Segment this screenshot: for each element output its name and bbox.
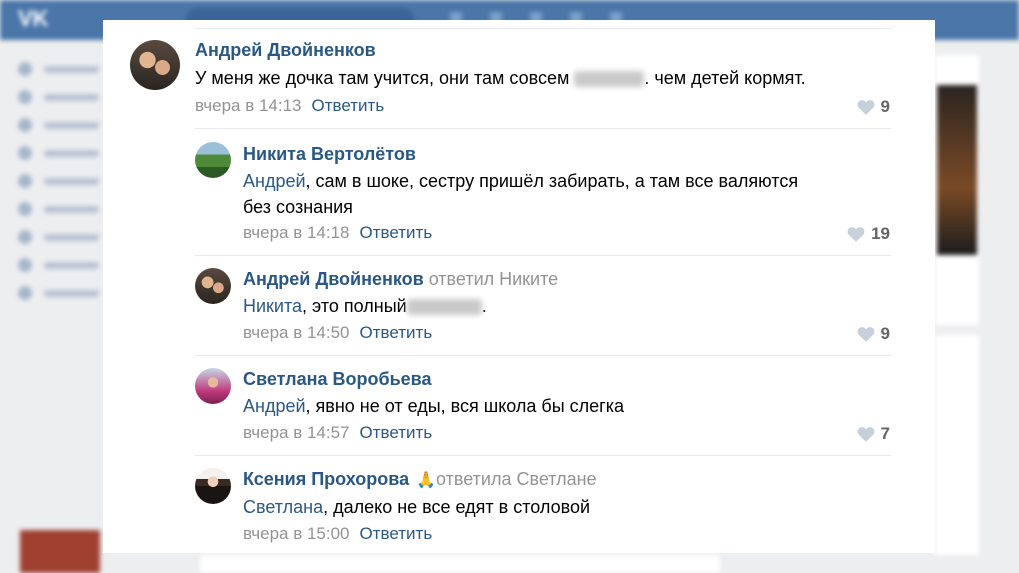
sidebar-icon [18, 62, 32, 76]
like-button[interactable]: 9 [857, 97, 890, 117]
comment-meta: вчера в 14:13 Ответить [195, 96, 384, 116]
sidebar-icon [18, 146, 32, 160]
bottom-thumbnail [20, 530, 100, 573]
sidebar-item[interactable] [18, 251, 103, 279]
comment-text: Андрей, явно не от еды, вся школа бы сле… [243, 396, 625, 416]
comment-meta: вчера в 14:50 Ответить [243, 323, 432, 343]
mention-link[interactable]: Никита [243, 296, 302, 316]
heart-icon [857, 100, 874, 115]
sidebar-icon [18, 202, 32, 216]
sidebar-icon [18, 230, 32, 244]
reply-to-label[interactable]: ответила Светлане [436, 469, 597, 489]
sidebar-icon [18, 174, 32, 188]
sidebar-item[interactable] [18, 223, 103, 251]
divider [195, 128, 891, 129]
sidebar-icon [18, 286, 32, 300]
reply-to-label[interactable]: ответил Никите [429, 269, 558, 289]
like-count: 19 [871, 224, 890, 243]
right-widget-2 [935, 335, 979, 555]
comments-card: Андрей Двойненков У меня же дочка там уч… [103, 20, 935, 553]
blurred-word [406, 299, 482, 316]
comment-meta: вчера в 14:57 Ответить [243, 423, 432, 443]
sidebar-item[interactable] [18, 55, 103, 83]
comment-time[interactable]: вчера в 14:13 [195, 96, 302, 115]
avatar[interactable] [195, 368, 231, 404]
comment-text: Светлана, далеко не все едят в столовой [243, 497, 591, 517]
comment-text: Никита, это полный. [243, 296, 487, 316]
avatar[interactable] [195, 468, 231, 504]
divider [195, 255, 891, 256]
divider [195, 28, 891, 29]
reply-button[interactable]: Ответить [360, 323, 433, 342]
blurred-word [574, 71, 645, 88]
like-button[interactable]: 19 [847, 224, 890, 244]
sidebar-icon [18, 90, 32, 104]
comment-time[interactable]: вчера в 14:18 [243, 223, 350, 242]
comment-author[interactable]: Светлана Воробьева [243, 369, 432, 390]
comment-author[interactable]: Никита Вертолётов [243, 144, 416, 165]
avatar[interactable] [130, 40, 180, 90]
sidebar-icon [18, 118, 32, 132]
avatar[interactable] [195, 268, 231, 304]
reply-button[interactable]: Ответить [312, 96, 385, 115]
comment-author[interactable]: Андрей Двойненков ответил Никите [243, 269, 558, 290]
left-sidebar [18, 55, 103, 307]
avatar[interactable] [195, 142, 231, 178]
comment-time[interactable]: вчера в 14:57 [243, 423, 350, 442]
pray-emoji-icon: 🙏 [416, 472, 437, 489]
ad-image [937, 85, 977, 255]
sidebar-item[interactable] [18, 83, 103, 111]
sidebar-item[interactable] [18, 139, 103, 167]
vk-logo[interactable]: VK [18, 6, 49, 32]
sidebar-item[interactable] [18, 279, 103, 307]
mention-link[interactable]: Андрей [243, 396, 306, 416]
like-button[interactable]: 7 [857, 424, 890, 444]
reply-button[interactable]: Ответить [360, 524, 433, 543]
sidebar-item[interactable] [18, 167, 103, 195]
mention-link[interactable]: Светлана [243, 497, 323, 517]
divider [195, 455, 891, 456]
sidebar-icon [18, 258, 32, 272]
divider [195, 355, 891, 356]
like-count: 9 [880, 324, 890, 343]
comment-time[interactable]: вчера в 15:00 [243, 524, 350, 543]
comment-time[interactable]: вчера в 14:50 [243, 323, 350, 342]
mention-link[interactable]: Андрей [243, 171, 306, 191]
comment-text: У меня же дочка там учится, они там совс… [195, 68, 806, 88]
heart-icon [847, 227, 865, 242]
comment-author[interactable]: Ксения Прохорова 🙏ответила Светлане [243, 469, 597, 490]
heart-icon [857, 327, 874, 342]
like-button[interactable]: 9 [857, 324, 890, 344]
like-count: 7 [880, 424, 890, 443]
like-count: 9 [880, 97, 890, 116]
comment-meta: вчера в 14:18 Ответить [243, 223, 432, 243]
reply-button[interactable]: Ответить [360, 423, 433, 442]
right-widget [935, 55, 979, 325]
comment-author[interactable]: Андрей Двойненков [195, 40, 376, 61]
comment-meta: вчера в 15:00 Ответить [243, 524, 432, 544]
bottom-strip [200, 555, 720, 573]
sidebar-item[interactable] [18, 195, 103, 223]
sidebar-item[interactable] [18, 111, 103, 139]
comment-text: Андрей, сам в шоке, сестру пришёл забира… [243, 171, 799, 217]
heart-icon [857, 427, 874, 442]
reply-button[interactable]: Ответить [360, 223, 433, 242]
